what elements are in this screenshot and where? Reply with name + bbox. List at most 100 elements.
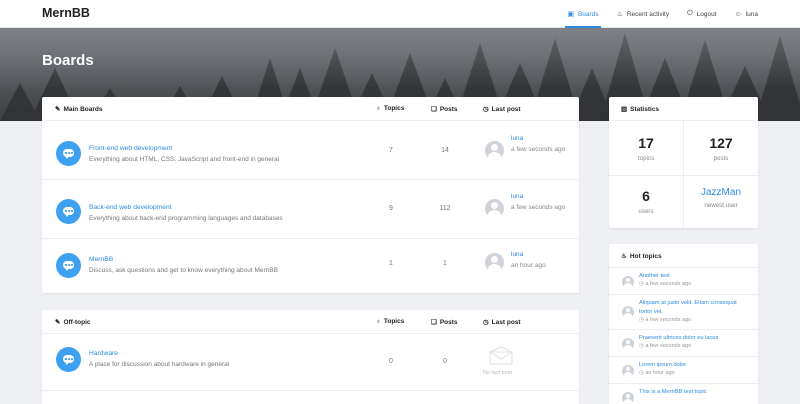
- board-row: Front-end web development Everything abo…: [42, 121, 579, 180]
- logout-icon: ⏻: [687, 10, 693, 17]
- nav-user-label: luna: [745, 10, 758, 18]
- hot-topic-time: ◷ an hour ago: [639, 370, 675, 376]
- col-posts: Posts: [439, 105, 458, 113]
- stat-topics-value: 17: [638, 135, 654, 151]
- board-row: MernBB Discuss, ask questions and get to…: [42, 239, 579, 293]
- stat-newest-label: newest user: [704, 202, 738, 209]
- col-topics: Topics: [383, 105, 405, 112]
- stat-posts-label: posts: [713, 155, 729, 162]
- clock-icon: ◷: [483, 106, 489, 113]
- board-posts-count: 14: [441, 147, 449, 154]
- edit-icon: ✎: [55, 106, 61, 113]
- board-topics-count: 1: [389, 260, 393, 267]
- chat-bubble-icon: [56, 347, 81, 372]
- board-topics-count: 9: [389, 205, 393, 212]
- edit-icon: ✎: [55, 319, 61, 326]
- hot-topic-title[interactable]: Another test: [639, 272, 749, 281]
- page-title: Boards: [42, 52, 94, 69]
- brand-logo[interactable]: MernBB: [42, 6, 90, 20]
- col-last-post: Last post: [491, 105, 521, 113]
- no-last-post-label: No last post: [483, 370, 513, 376]
- stat-users-label: users: [638, 208, 654, 215]
- hot-topics-header: ♨ Hot topics: [609, 244, 758, 268]
- hot-topic-title[interactable]: Praesent ultrices dolor eu lacus: [639, 334, 749, 343]
- nav-recent-activity-label: Recent activity: [626, 10, 670, 18]
- lightbulb-icon: ♁: [376, 318, 381, 325]
- flame-icon: ♨: [621, 253, 627, 260]
- statistics-card: ▥ Statistics 17 topics 127 posts 6 users…: [609, 97, 758, 228]
- off-topic-card: ✎ Off-topic ♁ Topics ❏ Posts ◷ Last post Ha…: [42, 310, 579, 404]
- hot-topic-item[interactable]: Aliquam at justo velit. Etiam consequat …: [609, 295, 758, 330]
- board-description: Everything about HTML, CSS, JavaScript a…: [89, 156, 280, 163]
- top-navbar: MernBB ▣ Boards ♨ Recent activity ⏻ Logo…: [0, 0, 800, 28]
- stat-posts-value: 127: [709, 135, 733, 151]
- bar-chart-icon: ▥: [621, 106, 628, 113]
- stat-users-value: 6: [642, 188, 650, 204]
- board-posts-count: 1: [443, 260, 447, 267]
- hot-topic-time: ◷ a few seconds ago: [639, 317, 692, 323]
- stat-newest-user: JazzMan newest user: [684, 187, 758, 209]
- board-description: Discuss, ask questions and get to know e…: [89, 267, 278, 274]
- hot-topic-item[interactable]: This is a MernBB test topic: [609, 384, 758, 404]
- avatar: [485, 199, 504, 218]
- hot-topic-item[interactable]: Another test ◷ a few seconds ago: [609, 268, 758, 295]
- avatar: [622, 392, 634, 404]
- chat-bubble-icon: [56, 199, 81, 224]
- avatar: [622, 338, 634, 350]
- nav-logout[interactable]: ⏻ Logout: [687, 0, 716, 28]
- flame-icon: ♨: [616, 11, 623, 18]
- hot-topic-item[interactable]: Praesent ultrices dolor eu lacus ◷ a few…: [609, 330, 758, 357]
- last-post-time: a few seconds ago: [511, 146, 566, 153]
- board-name[interactable]: Hardware: [89, 350, 118, 357]
- comments-icon: ❏: [431, 106, 437, 113]
- off-topic-title: Off-topic: [63, 318, 91, 326]
- hot-topic-time: ◷ a few seconds ago: [639, 281, 692, 287]
- stat-posts: 127 posts: [684, 135, 758, 162]
- hot-topic-title[interactable]: Aliquam at justo velit. Etiam consequat …: [639, 299, 749, 316]
- nav-menu: ▣ Boards ♨ Recent activity ⏻ Logout ☺ lu…: [565, 0, 758, 28]
- avatar: [485, 253, 504, 272]
- statistics-header: ▥ Statistics: [609, 97, 758, 121]
- col-last-post: Last post: [491, 318, 521, 326]
- board-description: Everything about back-end programming la…: [89, 215, 283, 222]
- board-name[interactable]: Back-end web development: [89, 204, 172, 211]
- last-post-user[interactable]: luna: [511, 251, 523, 258]
- last-post-time: a few seconds ago: [511, 204, 566, 211]
- main-boards-card: ✎ Main Boards ♁ Topics ❏ Posts ◷ Last post …: [42, 97, 579, 293]
- chat-bubble-icon: [56, 253, 81, 278]
- last-post-time: an hour ago: [511, 262, 546, 269]
- board-topics-count: 0: [389, 358, 393, 365]
- board-posts-count: 0: [443, 358, 447, 365]
- col-posts: Posts: [439, 318, 458, 326]
- col-topics: Topics: [383, 318, 405, 325]
- board-row: Back-end web development Everything abou…: [42, 180, 579, 239]
- board-topics-count: 7: [389, 147, 393, 154]
- user-icon: ☺: [734, 10, 742, 18]
- nav-recent-activity[interactable]: ♨ Recent activity: [617, 0, 670, 28]
- main-boards-title: Main Boards: [63, 105, 103, 113]
- hot-topic-item[interactable]: Lorem ipsum dolor ◷ an hour ago: [609, 357, 758, 384]
- avatar: [485, 141, 504, 160]
- stat-users: 6 users: [609, 188, 683, 215]
- lightbulb-icon: ♁: [376, 105, 381, 112]
- avatar: [622, 276, 634, 288]
- nav-user[interactable]: ☺ luna: [735, 0, 758, 28]
- clock-icon: ◷: [483, 319, 489, 326]
- hot-topic-title[interactable]: This is a MernBB test topic: [639, 388, 749, 397]
- last-post-user[interactable]: luna: [511, 193, 523, 200]
- last-post-user[interactable]: luna: [511, 135, 523, 142]
- comments-icon: ❏: [431, 319, 437, 326]
- avatar: [622, 365, 634, 377]
- board-name[interactable]: MernBB: [89, 256, 113, 263]
- newest-user-link[interactable]: JazzMan: [684, 187, 758, 198]
- board-name[interactable]: Front-end web development: [89, 145, 172, 152]
- nav-boards[interactable]: ▣ Boards: [565, 0, 601, 28]
- hot-topic-time: ◷ a few seconds ago: [639, 343, 692, 349]
- board-posts-count: 112: [439, 205, 451, 212]
- nav-logout-label: Logout: [696, 10, 717, 18]
- hot-topics-title: Hot topics: [629, 252, 662, 260]
- hot-topic-title[interactable]: Lorem ipsum dolor: [639, 361, 749, 370]
- main-boards-header: ✎ Main Boards ♁ Topics ❏ Posts ◷ Last post: [42, 97, 579, 121]
- boards-icon: ▣: [567, 11, 574, 18]
- chat-bubble-icon: [56, 141, 81, 166]
